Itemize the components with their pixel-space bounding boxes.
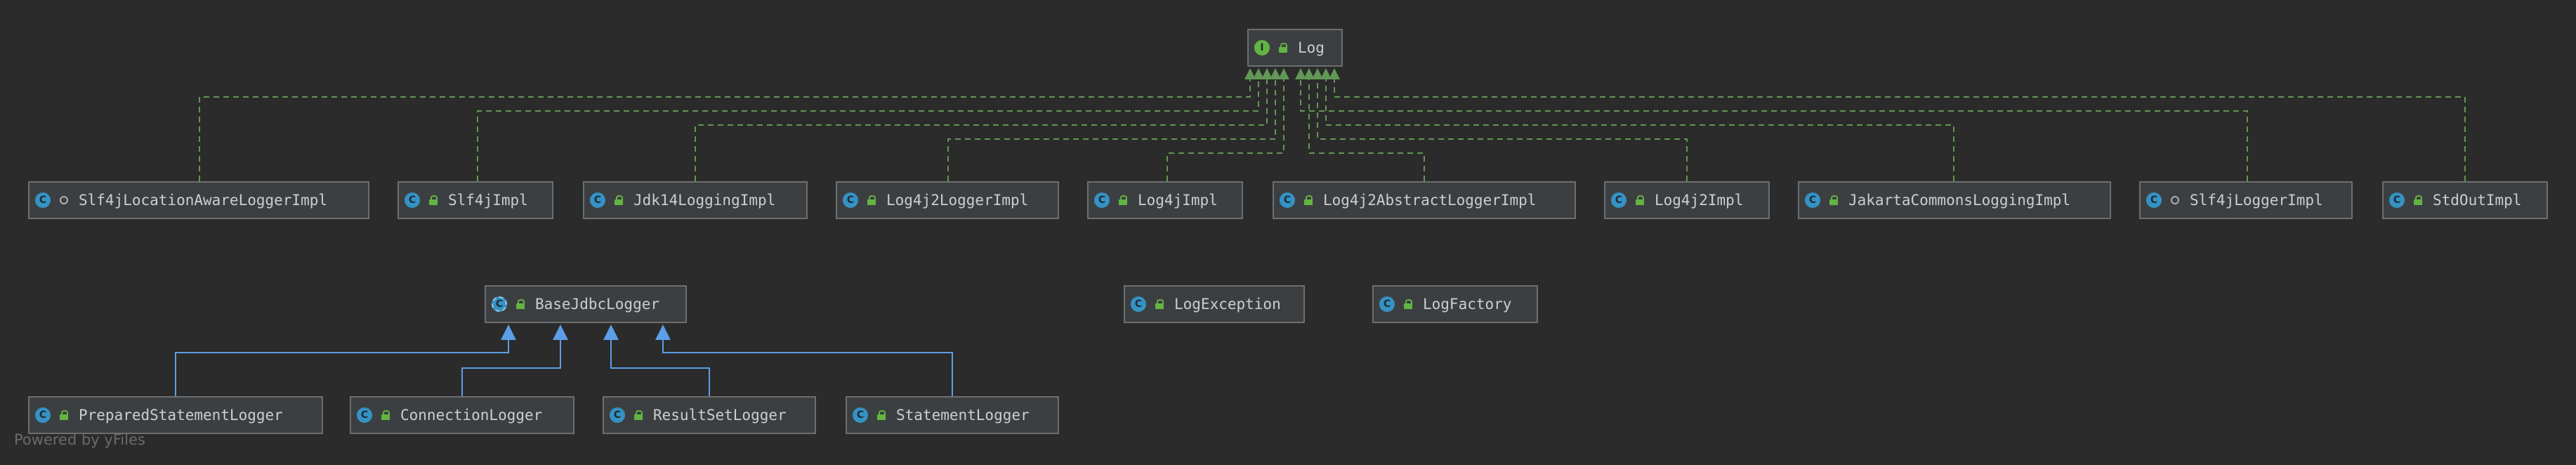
node-label: LogException [1174,296,1281,313]
node-label: BaseJdbcLogger [535,296,660,313]
node-label: Log4j2AbstractLoggerImpl [1323,192,1537,209]
node-log4j2impl[interactable]: C Log4j2Impl [1604,181,1770,219]
node-slf4jloggerimpl[interactable]: C Slf4jLoggerImpl [2139,181,2353,219]
implements-edge-jakarta [1325,79,1954,181]
node-label: StdOutImpl [2433,192,2522,209]
class-icon: C [2146,192,2162,208]
node-logfactory[interactable]: C LogFactory [1372,285,1538,323]
final-class-icon: C [610,407,625,423]
class-icon: C [405,192,420,208]
class-icon: C [2389,192,2405,208]
implements-edge-slf4jimpl [477,79,1259,181]
public-lock-icon [58,409,70,421]
node-stdoutimpl[interactable]: C StdOutImpl [2382,181,2548,219]
class-icon: C [843,192,858,208]
public-lock-icon [1302,194,1315,207]
node-statementlogger[interactable]: C StatementLogger [846,396,1059,434]
implements-edge-log4j2logger [947,79,1276,181]
node-logexception[interactable]: C LogException [1124,285,1305,323]
public-lock-icon [2412,194,2424,207]
extends-arrowhead-resultset [603,325,619,340]
node-label: Jdk14LoggingImpl [633,192,776,209]
node-label: Slf4jLoggerImpl [2190,192,2323,209]
node-label: StatementLogger [896,407,1030,424]
node-resultsetlogger[interactable]: C ResultSetLogger [603,396,816,434]
node-log4jimpl[interactable]: C Log4jImpl [1087,181,1243,219]
extends-arrowhead-prepared [501,325,516,340]
class-icon: C [35,192,51,208]
package-private-icon [2169,194,2181,207]
final-class-icon: C [357,407,372,423]
public-lock-icon [632,409,645,421]
public-lock-icon [1634,194,1646,207]
node-label: Log [1298,39,1325,56]
node-label: PreparedStatementLogger [79,407,283,424]
implements-edge-log4j2impl [1317,79,1688,181]
implements-edge-log4jimpl [1167,79,1284,181]
node-preparedstatementlogger[interactable]: C PreparedStatementLogger [28,396,323,434]
public-lock-icon [1277,41,1289,54]
extends-edge-connection [461,339,561,396]
final-class-icon: C [853,407,868,423]
node-jdk14loggingimpl[interactable]: C Jdk14LoggingImpl [583,181,808,219]
extends-edge-prepared [175,339,509,396]
interface-icon: I [1254,40,1270,55]
implements-edge-log4j2abstract [1308,79,1425,181]
node-connectionlogger[interactable]: C ConnectionLogger [350,396,574,434]
node-label: Log4jImpl [1138,192,1218,209]
node-log4j2loggerimpl[interactable]: C Log4j2LoggerImpl [836,181,1059,219]
node-label: ResultSetLogger [653,407,787,424]
implements-edge-stdout [1334,79,2466,181]
public-lock-icon [379,409,392,421]
implements-arrowhead-stdout [1329,68,1340,79]
node-slf4jlocationawareloggerimpl[interactable]: C Slf4jLocationAwareLoggerImpl [28,181,369,219]
public-lock-icon [865,194,878,207]
node-label: Slf4jLocationAwareLoggerImpl [79,192,328,209]
class-icon: C [590,192,605,208]
public-lock-icon [612,194,625,207]
extends-arrowhead-statement [655,325,671,340]
node-label: JakartaCommonsLoggingImpl [1848,192,2071,209]
node-jakartacommonsloggingimpl[interactable]: C JakartaCommonsLoggingImpl [1798,181,2111,219]
final-class-icon: C [1379,296,1395,312]
public-lock-icon [875,409,888,421]
package-private-icon [58,194,70,207]
public-lock-icon [1827,194,1840,207]
implements-edge-jdk14 [695,79,1268,181]
public-lock-icon [1153,298,1166,310]
node-log[interactable]: I Log [1247,29,1343,67]
public-lock-icon [514,298,527,310]
class-icon: C [1131,296,1146,312]
class-icon: C [1094,192,1110,208]
node-label: LogFactory [1423,296,1512,313]
node-label: Log4j2LoggerImpl [886,192,1029,209]
node-label: Slf4jImpl [448,192,528,209]
implements-edge-slf4jlocation [199,79,1251,181]
powered-by-footer: Powered by yFiles [14,431,145,448]
public-lock-icon [1117,194,1129,207]
extends-arrowhead-connection [553,325,568,340]
implements-arrowhead-slf4jlogger [1295,68,1306,79]
node-slf4jimpl[interactable]: C Slf4jImpl [397,181,553,219]
node-label: Log4j2Impl [1655,192,1744,209]
class-icon: C [1611,192,1627,208]
uml-diagram [175,68,2466,396]
node-basejdbclogger[interactable]: C BaseJdbcLogger [485,285,687,323]
class-icon: C [1280,192,1295,208]
extends-edge-resultset [610,339,710,396]
implements-edge-slf4jlogger [1300,79,2248,181]
node-label: ConnectionLogger [400,407,543,424]
abstract-class-icon: C [492,296,507,312]
final-class-icon: C [35,407,51,423]
node-log4j2abstractloggerimpl[interactable]: C Log4j2AbstractLoggerImpl [1273,181,1576,219]
public-lock-icon [1402,298,1414,310]
edges-layer [175,68,2466,396]
public-lock-icon [427,194,440,207]
implements-arrowhead-log4jimpl [1278,68,1289,79]
class-icon: C [1805,192,1820,208]
